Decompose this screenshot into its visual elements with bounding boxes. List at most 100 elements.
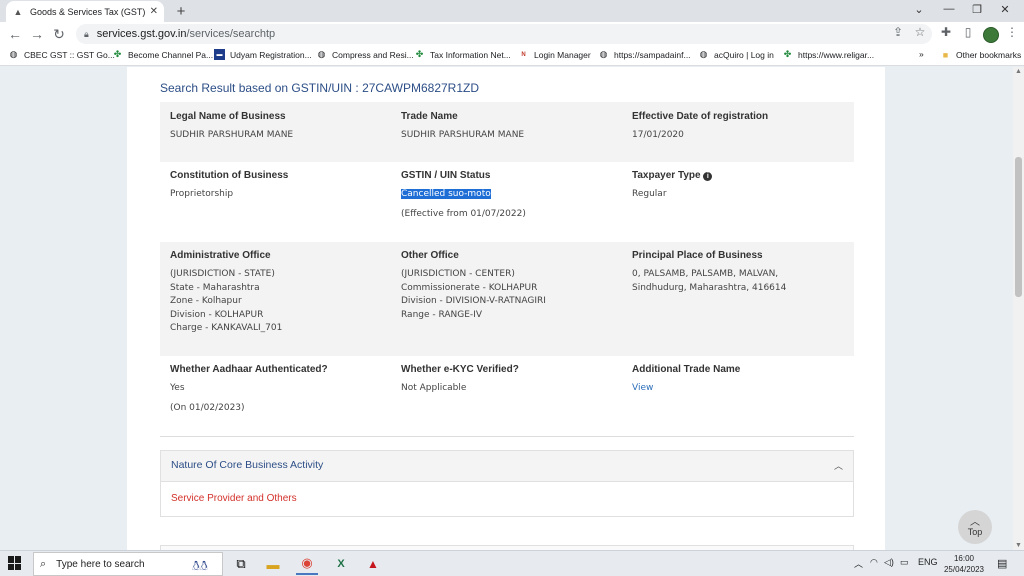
browser-toolbar: ← → ↻ 🔒︎ services.gst.gov.in/services/se…: [0, 22, 1024, 46]
bookmark-item[interactable]: N Login Manager: [518, 49, 591, 60]
clock-date: 25/04/2023: [943, 565, 985, 574]
close-tab-icon[interactable]: ✕: [150, 6, 158, 17]
taskbar-search-box[interactable]: ⌕ Type here to search 🐧︎🐧︎: [33, 552, 223, 576]
gstin-status-label: GSTIN / UIN Status: [401, 170, 491, 181]
taskbar-search-placeholder: Type here to search: [56, 558, 145, 570]
tab-strip: ▲ Goods & Services Tax (GST) | Ser ✕ + ⌄…: [0, 0, 1024, 22]
globe-icon: ◍: [9, 49, 18, 59]
effective-date-label: Effective Date of registration: [632, 111, 769, 122]
gst-icon: ✤: [783, 49, 792, 59]
principal-place-line: Sindhudurg, Maharashtra, 416614: [632, 282, 787, 293]
bookmark-item[interactable]: ◍ CBEC GST :: GST Go...: [8, 49, 115, 60]
menu-icon[interactable]: ⋮: [1004, 25, 1020, 39]
chevron-up-icon[interactable]: ︿: [834, 459, 843, 472]
scrollbar[interactable]: ▲ ▼: [1013, 67, 1024, 550]
nature-of-business-value: Service Provider and Others: [171, 493, 297, 504]
other-bookmarks-folder[interactable]: ■ Other bookmarks: [940, 49, 1021, 60]
nature-of-business-accordion-header[interactable]: Nature Of Core Business Activity ︿: [160, 450, 854, 482]
restore-button[interactable]: ❐: [968, 3, 986, 16]
sidepanel-icon[interactable]: ▯: [960, 25, 976, 39]
other-office-line: Commissionerate - KOLHAPUR: [401, 282, 538, 293]
search-result-title: Search Result based on GSTIN/UIN : 27CAW…: [160, 81, 480, 95]
bookmark-item[interactable]: ◍ https://sampadainf...: [598, 49, 691, 60]
close-window-button[interactable]: ✕: [996, 3, 1014, 16]
gst-icon: ✤: [415, 49, 424, 59]
principal-place-line: 0, PALSAMB, PALSAMB, MALVAN,: [632, 269, 779, 279]
share-icon[interactable]: ⇪: [890, 25, 906, 39]
other-office-line: Division - DIVISION-V-RATNAGIRI: [401, 296, 546, 306]
other-bookmarks-label: Other bookmarks: [956, 49, 1022, 60]
aadhaar-label: Whether Aadhaar Authenticated?: [170, 364, 328, 375]
other-office-label: Other Office: [401, 250, 459, 261]
bookmark-label: acQuiro | Log in: [714, 49, 774, 60]
bookmark-item[interactable]: ◍ acQuiro | Log in: [698, 49, 774, 60]
nature-of-business-title: Nature Of Core Business Activity: [171, 459, 324, 471]
address-bar[interactable]: 🔒︎ services.gst.gov.in/services/searchtp: [76, 24, 932, 44]
bookmark-label: Udyam Registration...: [230, 49, 312, 60]
bookmark-item[interactable]: ✤ Become Channel Pa...: [112, 49, 213, 60]
globe-icon: ◍: [699, 49, 708, 59]
bookmark-item[interactable]: ◍ Compress and Resi...: [316, 49, 414, 60]
bookmarks-bar: ◍ CBEC GST :: GST Go... ✤ Become Channel P…: [0, 46, 1024, 66]
minimize-button[interactable]: —: [940, 3, 958, 15]
taxpayer-type-value: Regular: [632, 189, 667, 199]
bookmark-item[interactable]: ✤ https://www.religar...: [782, 49, 874, 60]
bookmark-label: https://www.religar...: [798, 49, 875, 60]
gst-icon: ✤: [113, 49, 122, 59]
browser-tab-gst[interactable]: ▲ Goods & Services Tax (GST) | Ser ✕: [6, 1, 164, 22]
battery-icon[interactable]: ▭: [900, 557, 909, 568]
bookmark-label: Become Channel Pa...: [128, 49, 214, 60]
gst-emblem-icon: ▲: [13, 6, 23, 17]
input-language[interactable]: ENG: [918, 557, 938, 567]
acrobat-icon[interactable]: ▲: [362, 553, 384, 575]
bookmark-item[interactable]: ✤ Tax Information Net...: [414, 49, 511, 60]
constitution-label: Constitution of Business: [170, 170, 289, 181]
aadhaar-date: (On 01/02/2023): [170, 402, 245, 413]
info-icon[interactable]: i: [703, 172, 713, 181]
wifi-icon[interactable]: ◠: [870, 557, 878, 568]
search-icon: ⌕: [40, 557, 47, 570]
aadhaar-value: Yes: [170, 383, 185, 393]
bookmark-label: CBEC GST :: GST Go...: [24, 49, 115, 60]
details-row-4: Whether Aadhaar Authenticated? Yes (On 0…: [160, 356, 854, 436]
tray-chevron-icon[interactable]: ︿: [854, 557, 863, 570]
file-explorer-icon[interactable]: ▬: [262, 553, 284, 575]
url-path: /services/searchtp: [186, 28, 276, 40]
tab-title: Goods & Services Tax (GST) | Ser: [30, 6, 146, 17]
notification-icon[interactable]: ▤: [997, 557, 1007, 570]
forward-button[interactable]: →: [28, 25, 46, 43]
bookmark-item[interactable]: ▬ Udyam Registration...: [214, 49, 312, 60]
scroll-down-icon[interactable]: ▼: [1015, 542, 1022, 549]
effective-date-value: 17/01/2020: [632, 130, 684, 140]
nature-of-business-accordion-body: Service Provider and Others: [160, 482, 854, 517]
profile-avatar[interactable]: [983, 27, 999, 43]
details-row-1: Legal Name of Business SUDHIR PARSHURAM …: [160, 102, 854, 162]
chrome-icon[interactable]: ◉: [296, 553, 318, 575]
details-row-2: Constitution of Business Proprietorship …: [160, 162, 854, 242]
scroll-to-top-button[interactable]: ︿ Top: [958, 510, 992, 544]
globe-icon: ◍: [317, 49, 326, 59]
admin-office-line: Zone - Kolhapur: [170, 296, 242, 306]
bookmarks-overflow-button[interactable]: »: [919, 49, 924, 59]
extensions-icon[interactable]: ✚: [938, 25, 954, 39]
windows-start-icon[interactable]: [8, 556, 22, 570]
back-button[interactable]: ←: [6, 25, 24, 43]
admin-office-line: State - Maharashtra: [170, 282, 260, 293]
taskbar-clock[interactable]: 16:00 25/04/2023: [941, 553, 987, 575]
trade-name-value: SUDHIR PARSHURAM MANE: [401, 130, 525, 140]
legal-name-value: SUDHIR PARSHURAM MANE: [170, 130, 294, 140]
bookmark-label: Login Manager: [534, 49, 591, 60]
tab-search-chevron-icon[interactable]: ⌄: [910, 3, 928, 16]
scroll-up-icon[interactable]: ▲: [1015, 68, 1022, 75]
scroll-thumb[interactable]: [1015, 157, 1022, 297]
new-tab-button[interactable]: +: [172, 3, 190, 20]
admin-office-line: Charge - KANKAVALI_701: [170, 323, 283, 333]
excel-icon[interactable]: X: [330, 553, 352, 575]
view-link[interactable]: View: [632, 382, 852, 396]
bookmark-label: Compress and Resi...: [332, 49, 414, 60]
task-view-icon[interactable]: ⧉: [230, 553, 252, 575]
section-divider: [160, 436, 854, 437]
bookmark-star-icon[interactable]: ☆: [912, 25, 928, 39]
volume-icon[interactable]: ◁): [884, 557, 894, 568]
reload-button[interactable]: ↻: [50, 25, 68, 43]
